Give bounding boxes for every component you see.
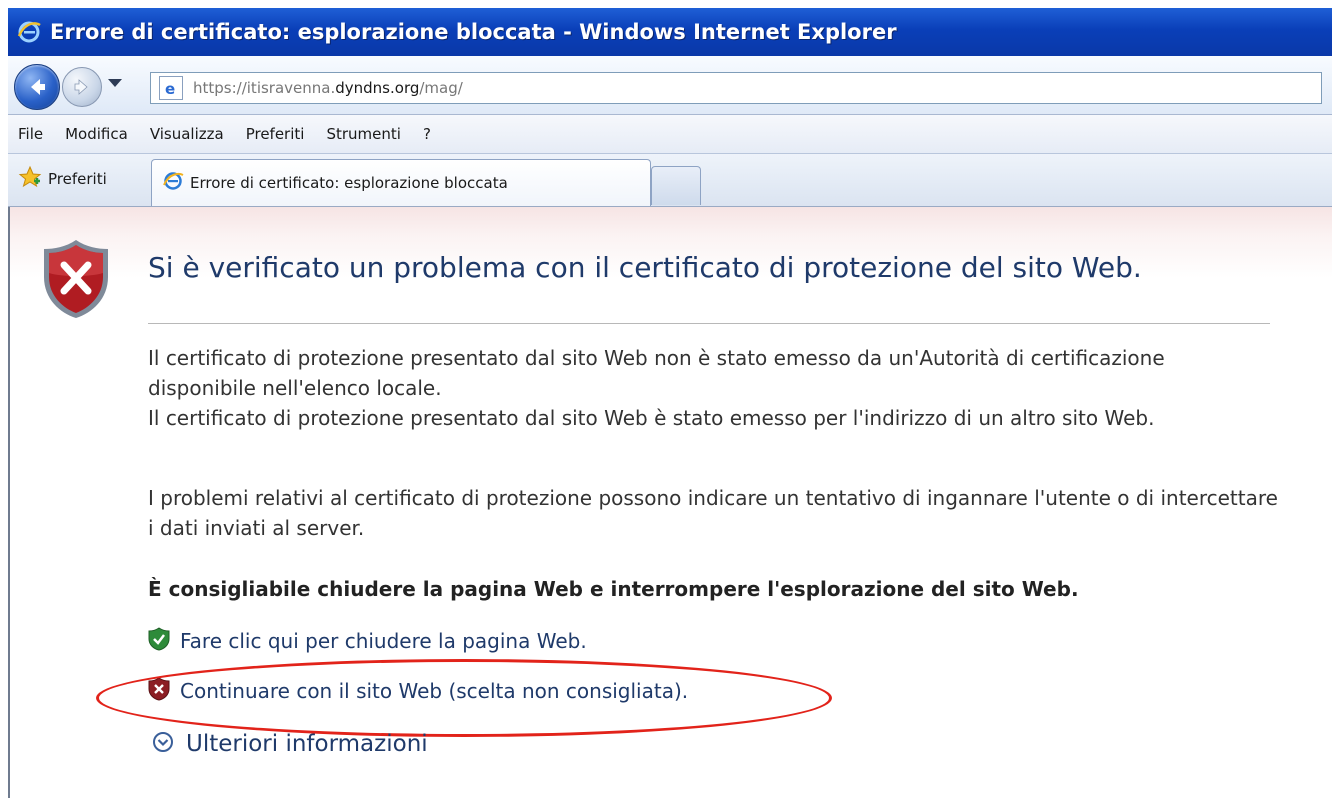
divider (148, 323, 1270, 324)
menu-visualizza[interactable]: Visualizza (150, 125, 224, 143)
close-page-link[interactable]: Fare clic qui per chiudere la pagina Web… (180, 629, 587, 653)
menu-file[interactable]: File (18, 125, 43, 143)
menu-preferiti[interactable]: Preferiti (246, 125, 305, 143)
continue-link-row[interactable]: Continuare con il sito Web (scelta non c… (148, 677, 688, 705)
shield-x-icon (148, 677, 170, 705)
browser-window: Errore di certificato: esplorazione bloc… (8, 8, 1332, 798)
description-paragraph-2: Il certificato di protezione presentato … (148, 406, 1155, 430)
description-paragraph-1: Il certificato di protezione presentato … (148, 346, 1165, 400)
address-bar[interactable]: e https://itisravenna.dyndns.org/mag/ (150, 72, 1322, 104)
recommendation-text: È consigliabile chiudere la pagina Web e… (148, 577, 1079, 601)
menu-strumenti[interactable]: Strumenti (326, 125, 400, 143)
tab-row: Preferiti Errore di certificato: esplora… (8, 154, 1332, 207)
favorites-button[interactable]: Preferiti (18, 164, 107, 194)
chevron-circle-icon (152, 731, 174, 757)
url-scheme: https://itisravenna. (193, 79, 336, 97)
favorites-label: Preferiti (48, 170, 107, 188)
title-bar: Errore di certificato: esplorazione bloc… (8, 8, 1332, 56)
url-text[interactable]: https://itisravenna.dyndns.org/mag/ (193, 79, 463, 97)
ie-page-icon: e (159, 76, 183, 100)
star-icon (18, 165, 42, 193)
new-tab-button[interactable] (651, 166, 701, 205)
back-button[interactable] (14, 64, 60, 110)
back-arrow-icon (15, 65, 59, 109)
tab-title: Errore di certificato: esplorazione bloc… (190, 174, 508, 192)
ie-tab-icon (162, 170, 184, 196)
description-paragraph-3: I problemi relativi al certificato di pr… (148, 486, 1278, 540)
url-host: dyndns.org (335, 79, 420, 97)
menu-help[interactable]: ? (423, 125, 431, 143)
menu-modifica[interactable]: Modifica (65, 125, 128, 143)
close-page-link-row[interactable]: Fare clic qui per chiudere la pagina Web… (148, 627, 587, 655)
menu-bar: File Modifica Visualizza Preferiti Strum… (8, 115, 1332, 154)
more-info-row[interactable]: Ulteriori informazioni (152, 731, 428, 757)
more-info-link[interactable]: Ulteriori informazioni (186, 731, 428, 757)
page-content: Si è verificato un problema con il certi… (8, 207, 1332, 798)
ie-icon (16, 19, 42, 45)
window-title: Errore di certificato: esplorazione bloc… (50, 20, 897, 44)
page-title: Si è verificato un problema con il certi… (148, 251, 1142, 284)
forward-arrow-icon (63, 68, 101, 106)
history-dropdown-icon[interactable] (108, 79, 122, 87)
navigation-bar: e https://itisravenna.dyndns.org/mag/ (8, 56, 1332, 115)
continue-to-site-link[interactable]: Continuare con il sito Web (scelta non c… (180, 679, 688, 703)
shield-error-icon (40, 237, 112, 321)
url-path: /mag/ (419, 79, 463, 97)
forward-button[interactable] (62, 67, 102, 107)
tab-certificate-error[interactable]: Errore di certificato: esplorazione bloc… (151, 159, 651, 206)
svg-text:e: e (165, 80, 175, 98)
shield-check-icon (148, 627, 170, 655)
